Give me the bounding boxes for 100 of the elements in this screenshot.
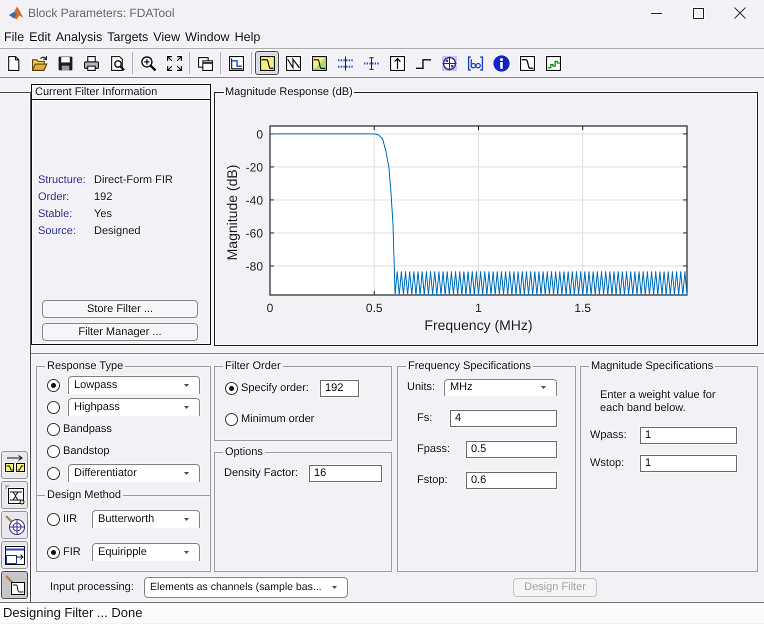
tick-label: 0.5 — [366, 301, 383, 315]
panel-header: Current Filter Information — [32, 85, 210, 100]
menu-item[interactable]: Analysis — [56, 28, 102, 46]
field-label: Density Factor: — [224, 466, 299, 481]
instruction-text: Enter a weight value for each band below. — [600, 389, 717, 415]
dropdown[interactable]: Elements as channels (sample bas... — [144, 577, 348, 598]
input-field[interactable]: 0.6 — [466, 472, 557, 488]
field-label: Fstop: — [417, 472, 449, 488]
radio-button[interactable] — [225, 382, 238, 394]
input-field[interactable]: 1 — [640, 454, 737, 472]
radio-button[interactable] — [47, 512, 60, 526]
maximize-icon[interactable] — [693, 8, 704, 18]
dropdown[interactable]: Equiripple — [92, 543, 200, 561]
printer-icon — [82, 54, 100, 72]
pencil-lowpass-icon — [4, 574, 26, 596]
window-title: Block Parameters: FDATool — [28, 5, 174, 22]
info-value: Designed — [94, 224, 140, 240]
tick-label: 1.5 — [574, 301, 592, 315]
zoom-in-icon — [140, 54, 156, 72]
info-label: Source: — [38, 224, 77, 240]
side-button[interactable] — [1, 511, 28, 539]
dropdown[interactable]: MHz — [444, 378, 557, 396]
menu-item[interactable]: File — [4, 28, 24, 46]
panel-button[interactable]: Filter Manager ... — [42, 323, 198, 341]
field-label: Units: — [407, 380, 436, 395]
spec-plot-icon — [228, 54, 244, 72]
menu-item[interactable]: View — [153, 28, 180, 46]
field-label: Wstop: — [590, 456, 626, 471]
info-label: Structure: — [38, 173, 87, 188]
side-button[interactable] — [1, 541, 28, 569]
pencil-polar-grid-icon — [4, 514, 26, 536]
tick-label: 0 — [266, 301, 274, 315]
caret-icon — [184, 406, 189, 409]
side-button[interactable] — [1, 451, 28, 479]
dotted-lines-icon — [336, 54, 354, 72]
radio-button[interactable] — [47, 400, 60, 414]
tick-label: 0 — [256, 127, 263, 142]
dropdown[interactable]: Butterworth — [92, 510, 200, 528]
info-icon — [492, 54, 510, 72]
caret-icon — [184, 384, 189, 387]
caret-icon — [184, 472, 189, 475]
radio-button[interactable] — [47, 466, 60, 480]
dual-plot-icon — [310, 54, 328, 72]
group-title: Design Method — [45, 489, 123, 502]
side-button[interactable] — [1, 481, 28, 509]
tick-label: -80 — [246, 259, 263, 274]
status-text: Designing Filter ... Done — [3, 604, 142, 622]
panel-title: Magnitude Response (dB) — [224, 86, 354, 99]
field-label: Fpass: — [417, 442, 452, 457]
lowpass-curve-icon — [518, 54, 536, 72]
radio-button[interactable] — [47, 422, 60, 436]
radio-label: Minimum order — [241, 412, 314, 427]
menu-item[interactable]: Edit — [29, 28, 51, 46]
radio-label: FIR — [63, 544, 82, 560]
tick-label: 1 — [475, 301, 482, 315]
info-label: Stable: — [38, 207, 74, 222]
dotted-line-icon — [362, 54, 380, 72]
axis-title: Magnitude (dB) — [224, 164, 240, 260]
input-field[interactable]: 4 — [450, 410, 557, 426]
input-field[interactable]: 1 — [640, 426, 737, 444]
radio-label: Specify order: — [241, 380, 310, 396]
radio-button[interactable] — [47, 444, 60, 458]
info-label: Order: — [38, 190, 70, 206]
menu-item[interactable]: Window — [185, 28, 230, 46]
tick-label: -20 — [246, 160, 263, 174]
info-value: Yes — [94, 207, 112, 222]
toolbar-button[interactable] — [255, 51, 279, 75]
menu-item[interactable]: Help — [234, 28, 260, 46]
block-diagram-icon — [4, 484, 26, 506]
menu-item[interactable]: Targets — [107, 28, 148, 46]
field-label: Fs: — [417, 410, 434, 426]
group-title: Response Type — [45, 360, 126, 373]
lowpass-plot-icon — [258, 54, 276, 72]
info-value: 192 — [94, 190, 112, 206]
radio-button[interactable] — [225, 412, 238, 426]
radio-label: Bandstop — [63, 444, 110, 459]
radio-button[interactable] — [47, 546, 60, 558]
info-value: Direct-Form FIR — [94, 173, 173, 188]
caret-icon — [332, 586, 337, 589]
dropdown[interactable]: Highpass — [68, 398, 200, 416]
polar-grid-icon — [440, 54, 458, 72]
input-field[interactable]: 0.5 — [466, 440, 557, 458]
peak-logo-icon — [8, 5, 24, 21]
input-field[interactable]: 192 — [320, 380, 359, 396]
field-label: Input processing: — [50, 580, 135, 596]
radio-label: Bandpass — [63, 422, 112, 437]
axis-title: Frequency (MHz) — [424, 317, 533, 333]
dropdown[interactable]: Lowpass — [68, 376, 200, 394]
side-button[interactable] — [1, 571, 28, 599]
folder-icon — [30, 54, 48, 72]
minimize-icon[interactable] — [651, 12, 662, 14]
panel-button[interactable]: Store Filter ... — [42, 300, 198, 318]
radio-label: IIR — [63, 512, 78, 527]
brackets-icon — [466, 54, 484, 72]
dropdown[interactable]: Differentiator — [68, 464, 200, 482]
input-field[interactable]: 16 — [309, 464, 382, 482]
radio-button[interactable] — [47, 378, 60, 392]
fit-view-icon — [166, 54, 182, 72]
close-icon[interactable] — [734, 7, 746, 19]
stacked-windows-icon — [196, 54, 214, 72]
